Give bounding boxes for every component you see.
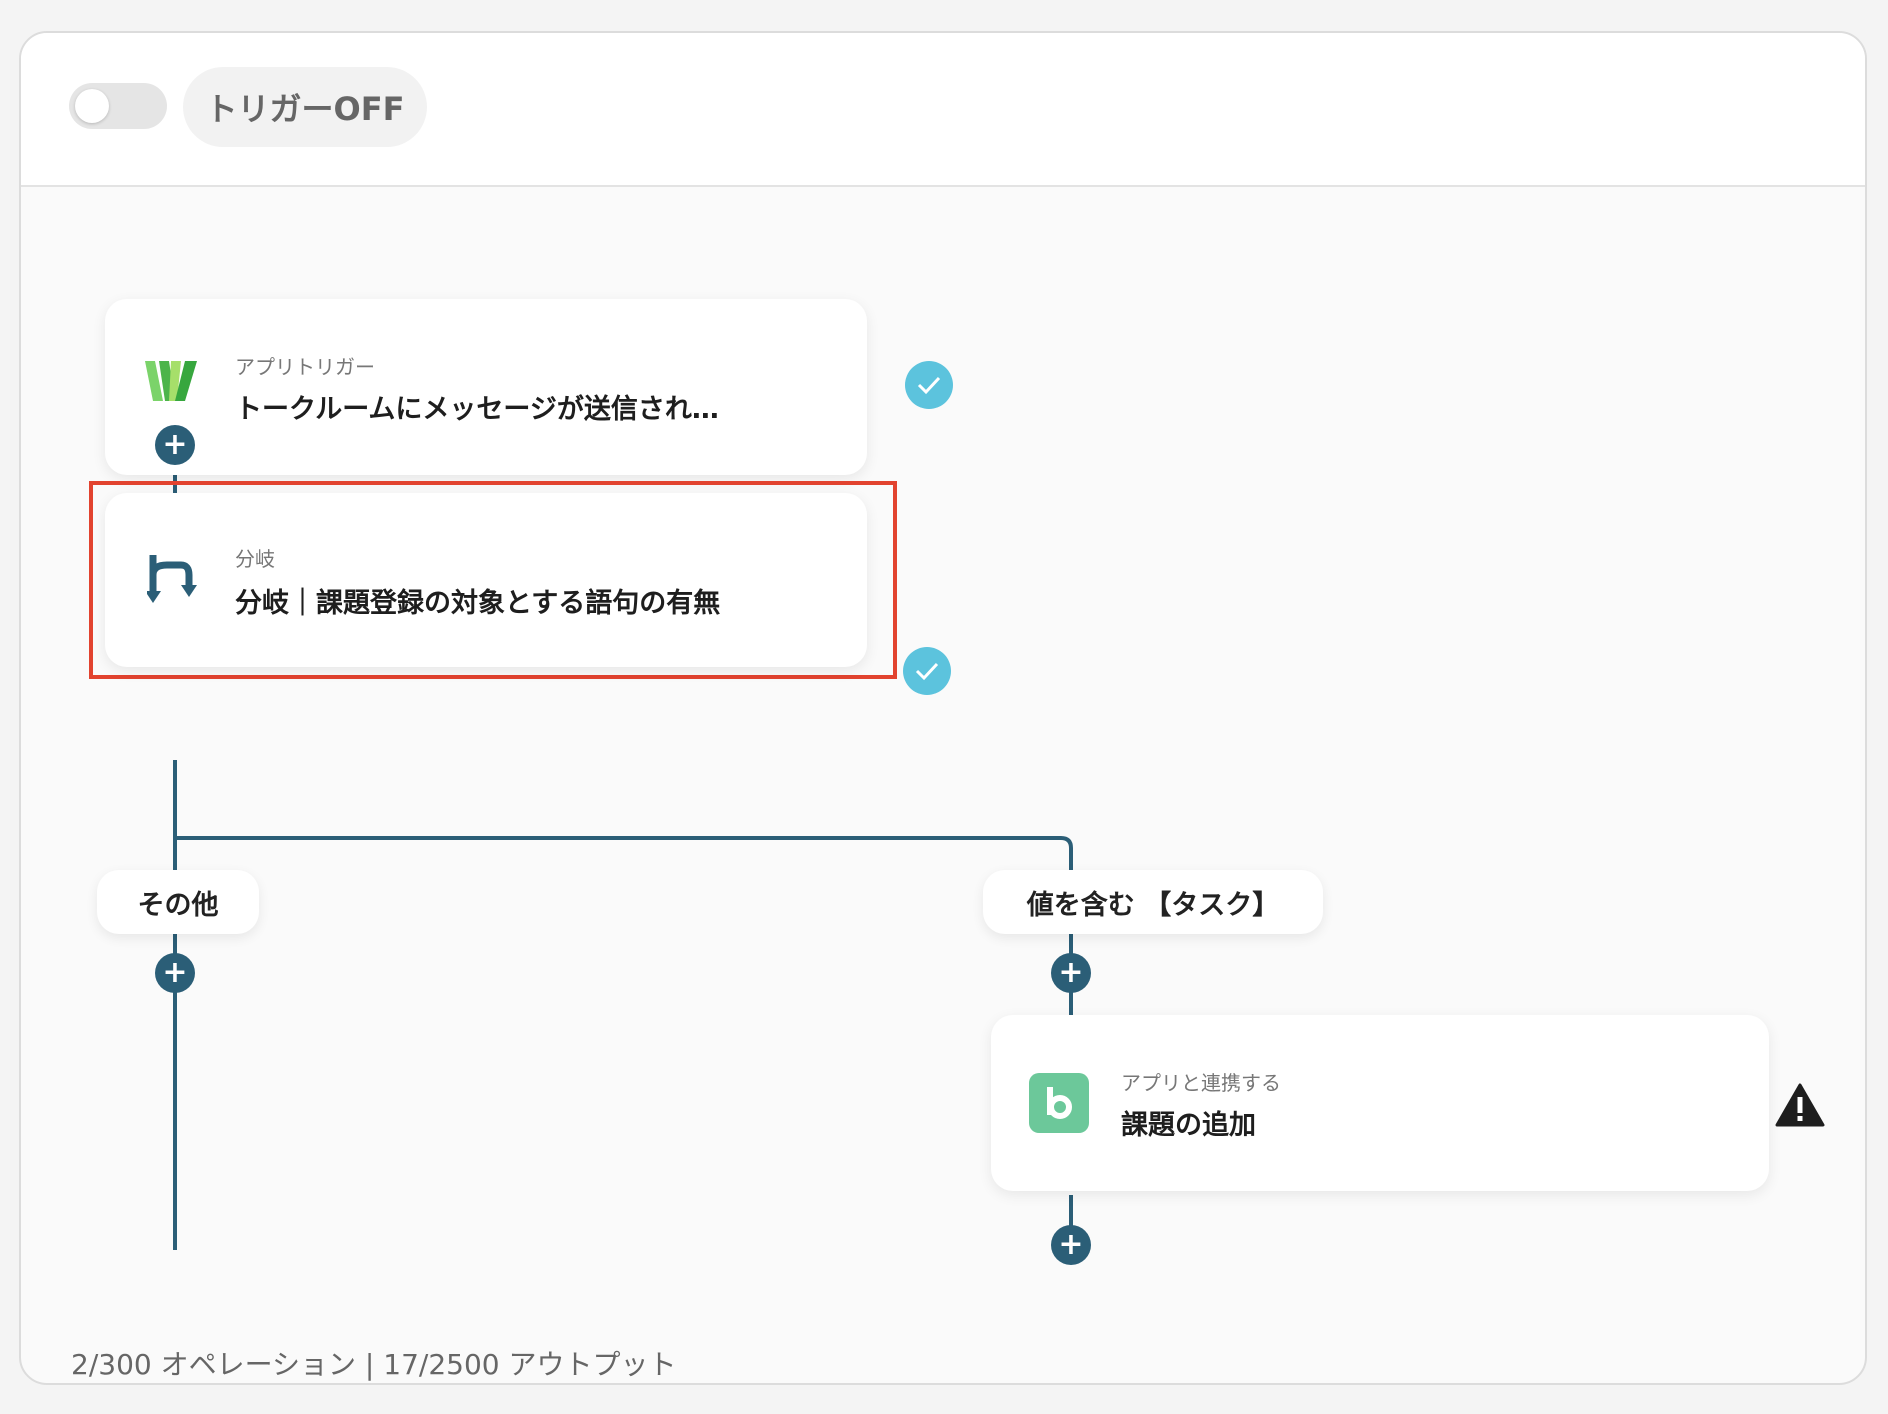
add-step-button[interactable]: + bbox=[1051, 1225, 1091, 1265]
trigger-step-check-icon bbox=[905, 361, 953, 409]
warning-icon bbox=[1775, 1083, 1825, 1127]
branch-step-card[interactable]: 分岐 分岐｜課題登録の対象とする語句の有無 bbox=[105, 493, 867, 667]
usage-summary: 2/300 オペレーション | 17/2500 アウトプット bbox=[71, 1348, 677, 1381]
worksmobile-logo-icon bbox=[145, 361, 197, 401]
toggle-knob bbox=[75, 89, 109, 123]
branch-step-check-icon bbox=[903, 647, 951, 695]
trigger-step-title: トークルームにメッセージが送信され… bbox=[235, 394, 719, 425]
trigger-step-category: アプリトリガー bbox=[235, 355, 375, 379]
action-step-card[interactable]: アプリと連携する 課題の追加 bbox=[991, 1015, 1769, 1191]
branch-step-category: 分岐 bbox=[235, 547, 275, 571]
add-step-button[interactable]: + bbox=[155, 953, 195, 993]
action-step-category: アプリと連携する bbox=[1121, 1071, 1281, 1095]
trigger-toggle[interactable] bbox=[69, 83, 167, 129]
branch-contains-label[interactable]: 値を含む 【タスク】 bbox=[983, 870, 1323, 934]
action-step-title: 課題の追加 bbox=[1121, 1110, 1256, 1141]
flow-canvas: アプリトリガー トークルームにメッセージが送信され… + 分岐 分岐｜課題登録の… bbox=[21, 185, 1865, 1383]
flow-header: トリガーOFF bbox=[21, 33, 1865, 187]
branch-other-label[interactable]: その他 bbox=[97, 870, 259, 934]
backlog-logo-icon bbox=[1029, 1073, 1089, 1133]
add-step-button[interactable]: + bbox=[1051, 953, 1091, 993]
add-step-button[interactable]: + bbox=[155, 425, 195, 465]
trigger-status-label: トリガーOFF bbox=[183, 67, 427, 147]
branch-icon bbox=[147, 555, 197, 603]
flow-panel: トリガーOFF アプリトリガー トークルームにメッセージが送信され… + 分岐 … bbox=[19, 31, 1867, 1385]
branch-step-title: 分岐｜課題登録の対象とする語句の有無 bbox=[235, 588, 721, 619]
trigger-step-card[interactable]: アプリトリガー トークルームにメッセージが送信され… bbox=[105, 299, 867, 475]
